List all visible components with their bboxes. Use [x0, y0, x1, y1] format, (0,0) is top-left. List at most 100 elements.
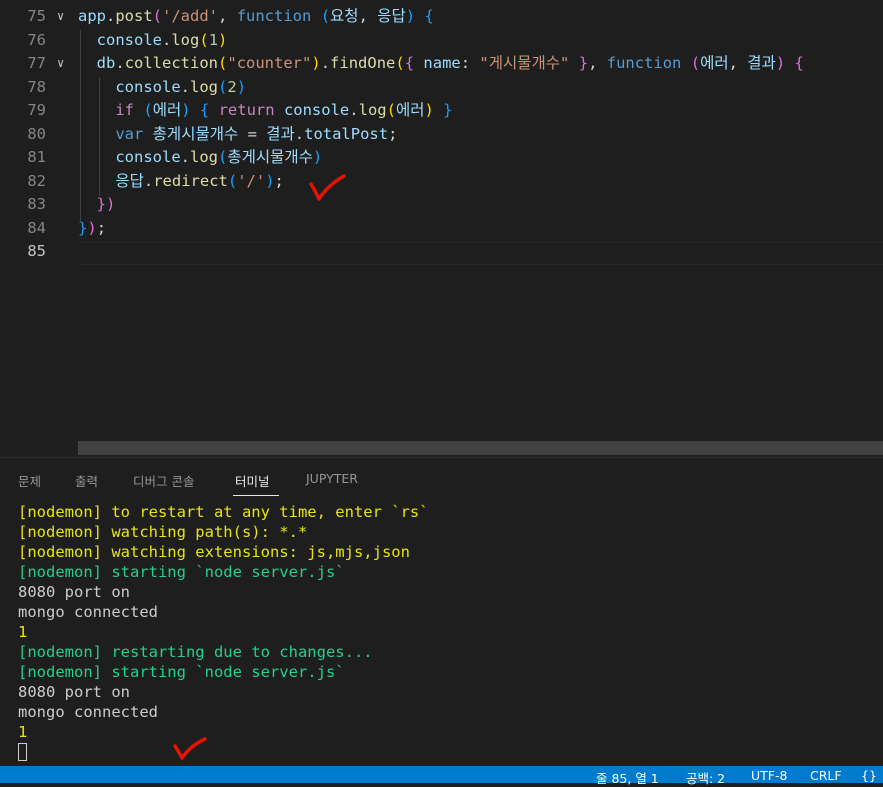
code-token: console [283, 101, 350, 119]
code-text: console.log(2) [78, 76, 246, 100]
terminal-line: 8080 port on [18, 683, 130, 701]
terminal-line: 1 [18, 623, 28, 641]
bottom-panel: 문제 출력 디버그 콘솔 터미널 JUPYTER [nodemon] to re… [0, 457, 883, 767]
code-token: if [115, 101, 134, 119]
code-token: collection [124, 54, 219, 72]
code-token: ( [152, 7, 163, 25]
code-text: db.collection("counter").findOne({ name:… [78, 52, 804, 76]
code-line[interactable]: 84}); [0, 217, 883, 241]
code-token: log [190, 148, 218, 166]
code-line[interactable]: 81 console.log(총게시물개수) [0, 146, 883, 170]
code-text: }); [78, 217, 106, 241]
code-token: 응답 [377, 7, 406, 25]
code-token: function [606, 54, 682, 72]
tab-problems[interactable]: 문제 [18, 471, 41, 490]
code-line[interactable]: 77 ∨ db.collection("counter").findOne({ n… [0, 52, 883, 76]
fold-chevron-icon[interactable]: ∨ [57, 5, 64, 29]
code-token: 요청 [330, 7, 359, 25]
indent-guide [99, 77, 100, 196]
code-token: ( [218, 148, 228, 166]
panel-tabs: 문제 출력 디버그 콘솔 터미널 JUPYTER [0, 458, 883, 498]
code-token: ) [405, 7, 416, 25]
code-token: "counter" [227, 54, 312, 72]
terminal-line: mongo connected [18, 703, 158, 721]
red-checkmark-annotation-icon [309, 174, 346, 201]
code-token: findOne [330, 54, 396, 72]
code-token: totalPost [304, 124, 389, 143]
code-token: . [143, 171, 154, 190]
code-line[interactable]: 83 }) [0, 193, 883, 217]
code-token: { [199, 101, 210, 119]
code-token: . [294, 124, 305, 143]
code-token: ; [274, 171, 284, 190]
code-token: , [358, 7, 378, 25]
cursor-position[interactable]: 줄 85, 열 1 [596, 768, 659, 787]
code-text: console.log(총게시물개수) [78, 146, 322, 170]
tab-output[interactable]: 출력 [75, 471, 98, 490]
code-token: function [236, 7, 312, 25]
file-encoding[interactable]: UTF-8 [751, 768, 787, 783]
code-token: log [190, 77, 218, 96]
code-text: app.post('/add', function (요청, 응답) { [78, 5, 434, 29]
code-token: ) [87, 218, 97, 237]
line-number: 82 [27, 171, 46, 190]
code-line[interactable]: 82 응답.redirect('/'); [0, 170, 883, 194]
horizontal-scrollbar[interactable] [78, 441, 883, 455]
language-mode-icon[interactable]: {} [861, 768, 877, 783]
code-line[interactable]: 75 ∨ app.post('/add', function (요청, 응답) { [0, 5, 883, 29]
code-token: . [180, 77, 190, 96]
line-number: 76 [27, 30, 46, 49]
code-line[interactable]: 76 console.log(1) [0, 29, 883, 53]
code-text: if (에러) { return console.log(에러) } [78, 99, 452, 123]
code-token: { [424, 7, 434, 25]
tab-debug-console[interactable]: 디버그 콘솔 [133, 471, 194, 490]
code-token: log [358, 101, 387, 119]
code-token: { [794, 54, 804, 72]
status-bar: 줄 85, 열 1 공백: 2 UTF-8 CRLF {} [0, 766, 883, 786]
indent-guide [80, 30, 81, 223]
code-token: return [218, 101, 275, 119]
code-token: ) [311, 54, 321, 72]
terminal-line: [nodemon] watching path(s): *.* [18, 523, 308, 541]
code-token: ( [386, 101, 396, 119]
code-token: . [349, 101, 359, 119]
code-token: '/' [237, 171, 266, 190]
code-token: db [96, 54, 116, 72]
code-line[interactable]: 78 console.log(2) [0, 76, 883, 100]
code-token: app [78, 7, 106, 25]
code-token: console [115, 77, 181, 96]
code-token: ) [218, 30, 228, 49]
terminal-line: [nodemon] restarting due to changes... [18, 643, 373, 661]
code-token: } [578, 54, 589, 72]
tab-terminal[interactable]: 터미널 [235, 471, 270, 490]
terminal-line: [nodemon] to restart at any time, enter … [18, 503, 429, 521]
code-token: ) [424, 101, 434, 119]
code-line[interactable]: 80 var 총게시물개수 = 결과.totalPost; [0, 123, 883, 147]
active-tab-indicator [233, 495, 279, 496]
code-token: 총게시물개수 [152, 124, 239, 143]
code-editor[interactable]: 75 ∨ app.post('/add', function (요청, 응답) {7… [0, 0, 883, 457]
code-token: 에러 [700, 54, 729, 72]
tab-jupyter[interactable]: JUPYTER [306, 471, 358, 486]
code-token: "게시물개수" [479, 54, 570, 72]
code-token: . [115, 54, 125, 72]
code-line[interactable]: 79 if (에러) { return console.log(에러) } [0, 99, 883, 123]
code-token: ( [227, 171, 238, 190]
code-token: { [404, 54, 415, 72]
fold-chevron-icon[interactable]: ∨ [57, 52, 64, 76]
code-token: 응답 [115, 171, 144, 190]
code-token: 총게시물개수 [227, 148, 313, 166]
code-token: 1 [208, 30, 219, 49]
indentation-setting[interactable]: 공백: 2 [686, 768, 725, 787]
terminal-line: 8080 port on [18, 583, 130, 601]
line-number: 78 [27, 77, 46, 96]
line-ending[interactable]: CRLF [810, 768, 842, 783]
line-number: 84 [27, 218, 46, 237]
code-token: ) [775, 54, 786, 72]
code-token: ) [265, 171, 275, 190]
